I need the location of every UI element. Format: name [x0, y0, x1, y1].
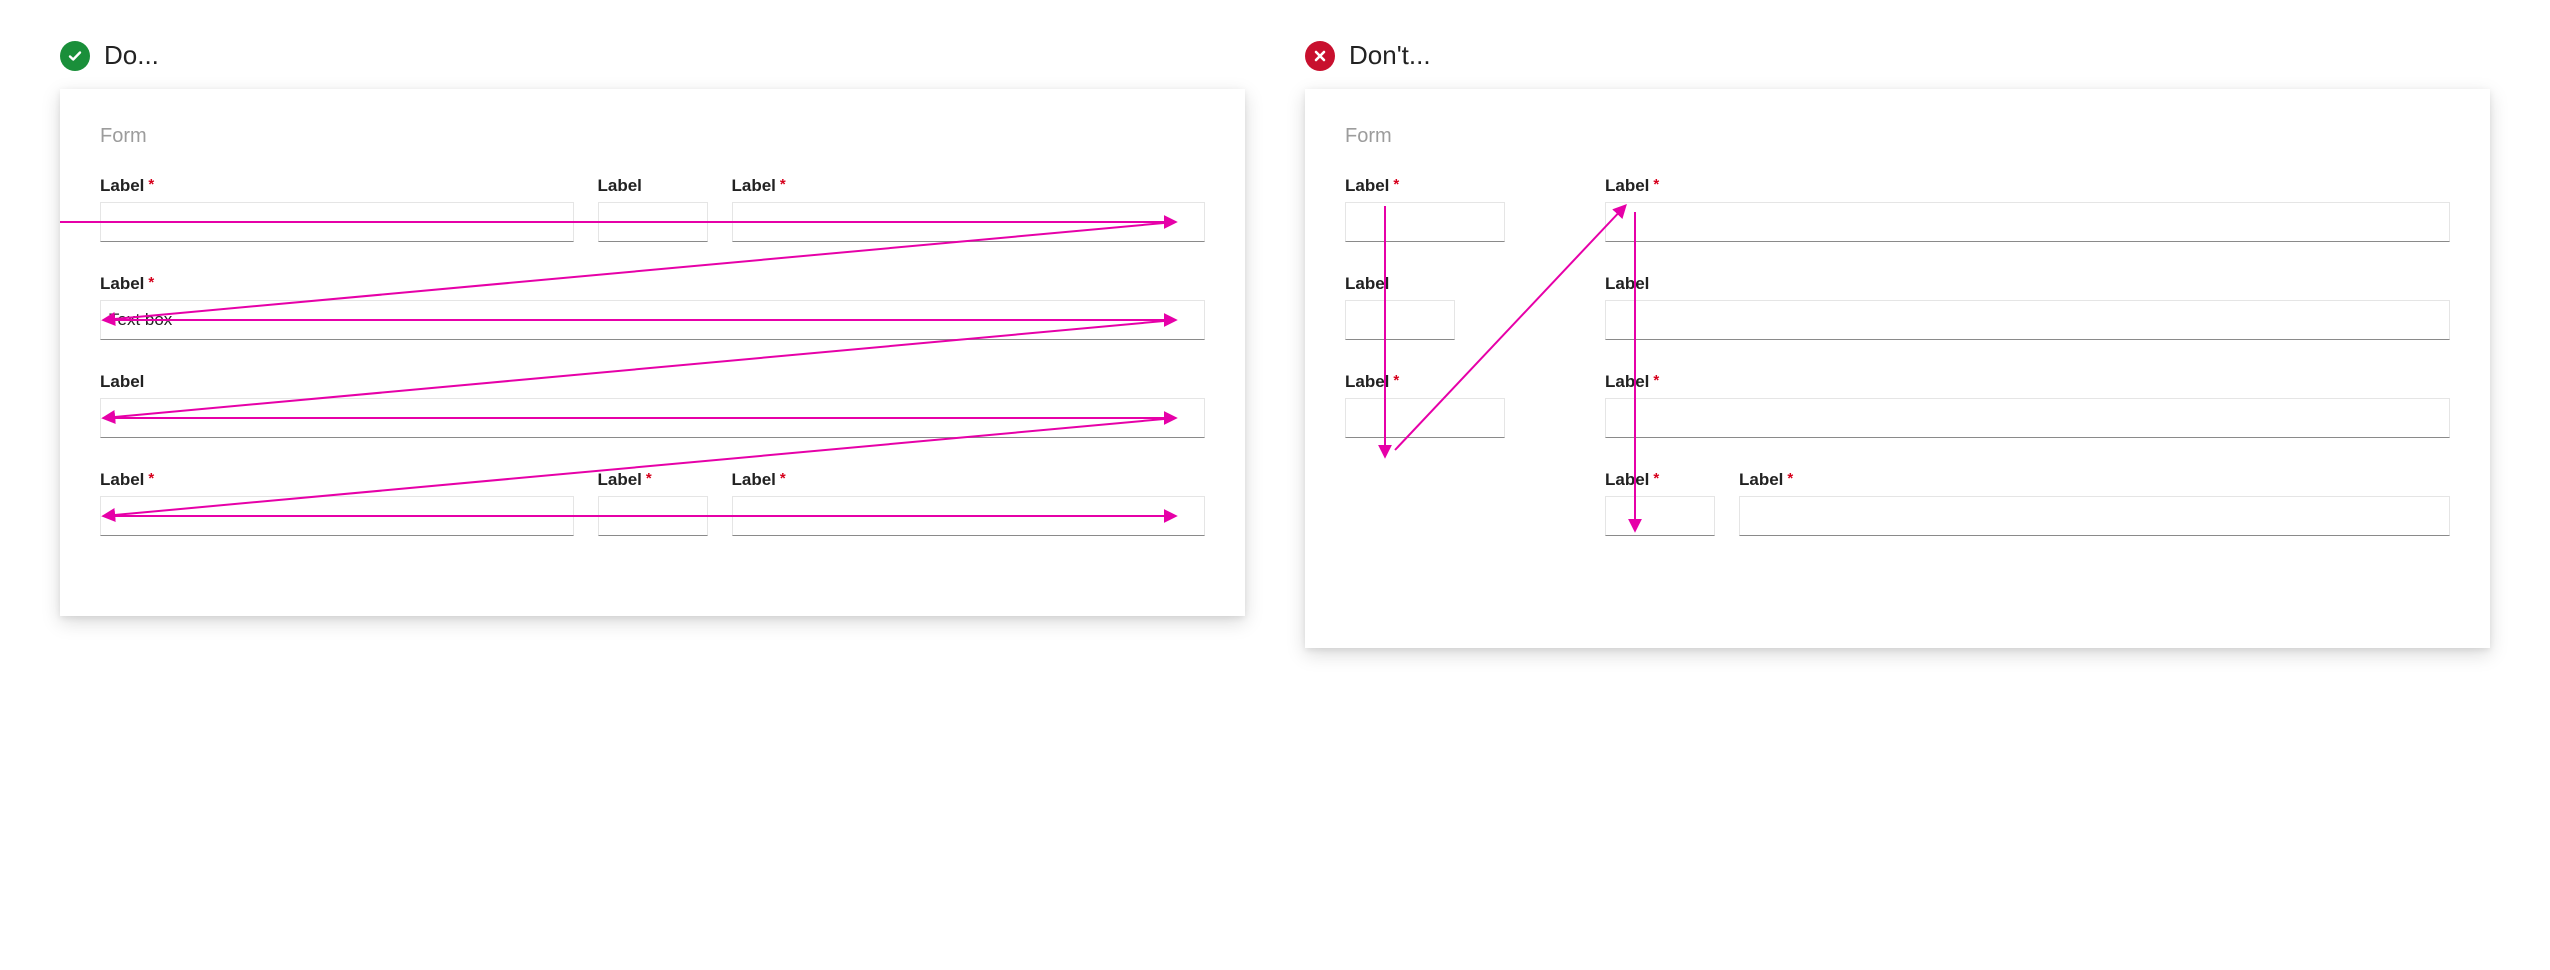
text-input[interactable] — [732, 202, 1206, 242]
form-row: Label * Label * Label * — [100, 470, 1205, 536]
field-label: Label * — [1345, 372, 1505, 392]
form-field: Label * — [100, 470, 574, 536]
field-label: Label * — [100, 274, 1205, 294]
field-label-text: Label — [1605, 372, 1649, 392]
dont-heading: Don't... — [1305, 40, 2490, 71]
field-label: Label * — [732, 176, 1206, 196]
do-heading-text: Do... — [104, 40, 159, 71]
form-field: Label — [598, 176, 708, 242]
form-field: Label * Text box — [100, 274, 1205, 340]
do-heading: Do... — [60, 40, 1245, 71]
field-label-text: Label — [732, 176, 776, 196]
field-label: Label — [598, 176, 708, 196]
field-label-text: Label — [100, 372, 144, 392]
text-input[interactable] — [1345, 202, 1505, 242]
check-icon — [60, 41, 90, 71]
required-marker: * — [646, 471, 652, 486]
field-label-text: Label — [598, 470, 642, 490]
field-label-text: Label — [1605, 176, 1649, 196]
field-label: Label — [1605, 274, 2450, 294]
form-field: Label * — [732, 176, 1206, 242]
form-row: Label * Label Label * — [100, 176, 1205, 242]
required-marker: * — [1653, 177, 1659, 192]
field-label-text: Label — [1739, 470, 1783, 490]
field-label-text: Label — [1345, 176, 1389, 196]
form-title: Form — [100, 125, 1205, 148]
required-marker: * — [780, 177, 786, 192]
x-icon — [1305, 41, 1335, 71]
form-field: Label * — [100, 176, 574, 242]
form-field: Label — [1345, 274, 1455, 340]
field-label: Label — [100, 372, 1205, 392]
field-label-text: Label — [1605, 274, 1649, 294]
required-marker: * — [1393, 373, 1399, 388]
text-input[interactable] — [1605, 300, 2450, 340]
text-input[interactable] — [1605, 398, 2450, 438]
text-input[interactable] — [598, 496, 708, 536]
form-field: Label * — [1345, 372, 1505, 438]
dont-column: Don't... Form Label*LabelLabel* Label*La… — [1305, 40, 2490, 648]
required-marker: * — [148, 471, 154, 486]
dont-heading-text: Don't... — [1349, 40, 1431, 71]
field-label: Label * — [1739, 470, 2450, 490]
field-label-text: Label — [1345, 274, 1389, 294]
form-field: Label * — [598, 470, 708, 536]
field-label-text: Label — [100, 274, 144, 294]
form-field: Label * — [1605, 372, 2450, 438]
form-field: Label — [100, 372, 1205, 438]
dont-card: Form Label * Label Label * Label * Label Label *… — [1305, 89, 2490, 648]
text-input[interactable] — [1345, 398, 1505, 438]
text-input[interactable] — [100, 202, 574, 242]
required-marker: * — [1653, 471, 1659, 486]
field-label-text: Label — [1605, 470, 1649, 490]
required-marker: * — [1787, 471, 1793, 486]
do-column: Do... Form Label * Label Label * Label * Text b… — [60, 40, 1245, 616]
do-card: Form Label*LabelLabel*Label*Text boxLabe… — [60, 89, 1245, 616]
field-label: Label * — [1345, 176, 1505, 196]
form-field: Label * — [1739, 470, 2450, 536]
field-label: Label * — [1605, 176, 2450, 196]
form-field: Label * — [732, 470, 1206, 536]
required-marker: * — [148, 177, 154, 192]
text-input[interactable] — [1345, 300, 1455, 340]
text-input[interactable] — [732, 496, 1206, 536]
text-input[interactable]: Text box — [100, 300, 1205, 340]
form-field: Label * — [1345, 176, 1505, 242]
required-marker: * — [780, 471, 786, 486]
field-label: Label * — [732, 470, 1206, 490]
field-label-text: Label — [732, 470, 776, 490]
form-field: Label * — [1605, 470, 1715, 536]
form-field: Label — [1605, 274, 2450, 340]
field-label-text: Label — [598, 176, 642, 196]
field-label-text: Label — [1345, 372, 1389, 392]
required-marker: * — [1393, 177, 1399, 192]
field-label-text: Label — [100, 176, 144, 196]
form-row: Label — [100, 372, 1205, 438]
field-label: Label * — [1605, 372, 2450, 392]
text-input[interactable] — [1739, 496, 2450, 536]
form-field: Label * — [1605, 176, 2450, 242]
text-input[interactable] — [100, 398, 1205, 438]
required-marker: * — [1653, 373, 1659, 388]
field-label: Label * — [100, 176, 574, 196]
text-input[interactable] — [100, 496, 574, 536]
text-input[interactable] — [1605, 202, 2450, 242]
form-title: Form — [1345, 125, 2450, 148]
form-row: Label * Label * — [1605, 470, 2450, 568]
field-label: Label * — [100, 470, 574, 490]
field-label: Label — [1345, 274, 1455, 294]
field-label: Label * — [1605, 470, 1715, 490]
form-row: Label * Text box — [100, 274, 1205, 340]
text-input[interactable] — [598, 202, 708, 242]
field-label: Label * — [598, 470, 708, 490]
required-marker: * — [148, 275, 154, 290]
text-input[interactable] — [1605, 496, 1715, 536]
field-label-text: Label — [100, 470, 144, 490]
